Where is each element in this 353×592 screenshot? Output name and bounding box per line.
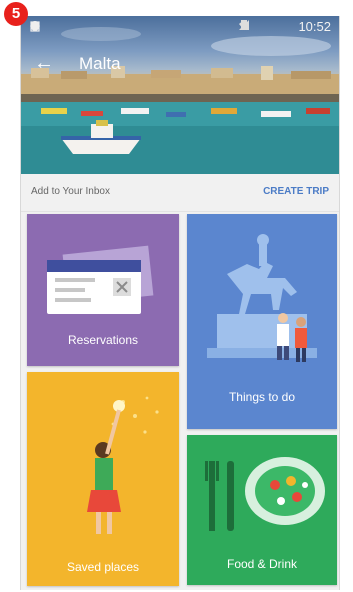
status-time: 10:52: [298, 19, 331, 34]
step-number-badge: 5: [4, 2, 28, 26]
reservations-label: Reservations: [67, 333, 139, 347]
status-bar: 10:52: [21, 16, 339, 38]
add-to-inbox-label: Add to Your Inbox: [31, 186, 110, 197]
things-to-do-label: Things to do: [228, 390, 296, 404]
phone-screen: 10:52 ← Malta Add to Your Inbox CREATE T…: [20, 16, 340, 590]
girl-star-illustration: [27, 372, 179, 586]
food-and-drink-card[interactable]: Food & Drink: [187, 435, 337, 585]
calendar-icon: [30, 20, 81, 32]
food-and-drink-label: Food & Drink: [226, 557, 298, 571]
signal-icon: [239, 20, 270, 33]
reservations-card[interactable]: Reservations: [27, 214, 179, 366]
saved-places-card[interactable]: Saved places: [27, 372, 179, 586]
add-to-inbox-bar: Add to Your Inbox CREATE TRIP: [21, 174, 339, 212]
harbour-illustration: [21, 27, 339, 174]
back-arrow-icon[interactable]: ←: [31, 50, 57, 76]
create-trip-button[interactable]: CREATE TRIP: [263, 186, 329, 197]
header-photo-malta: 10:52 ← Malta: [21, 16, 339, 174]
saved-places-label: Saved places: [66, 560, 140, 574]
location-pin-icon: [31, 20, 61, 32]
app-bar: ← Malta: [21, 50, 339, 80]
things-to-do-card[interactable]: Things to do: [187, 214, 337, 429]
page-title: Malta: [79, 54, 121, 73]
battery-icon: [241, 20, 290, 33]
